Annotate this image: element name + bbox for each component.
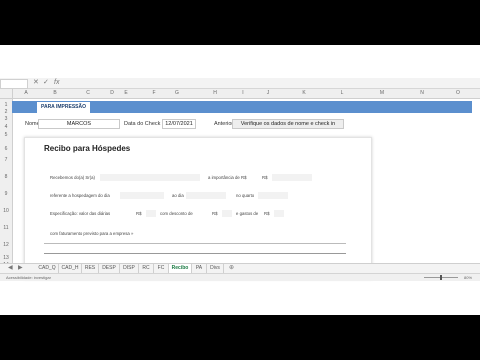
checkin-field[interactable]: 12/07/2021 bbox=[162, 119, 196, 129]
sheet-tab[interactable]: RES bbox=[82, 264, 99, 273]
sheet-tab[interactable]: Divs bbox=[207, 264, 224, 273]
select-all-corner[interactable] bbox=[0, 89, 13, 98]
sheet-tab-bar: ◀ ▶ CAD_Q CAD_H RES DESP DISP RC FC Reci… bbox=[0, 263, 480, 274]
status-bar: Acessibilidade: investigar 80% bbox=[0, 273, 480, 281]
column-header[interactable]: M bbox=[372, 89, 392, 98]
column-headers: A B C D E F G H I J K L M N O bbox=[0, 89, 480, 99]
row-header[interactable]: 13 bbox=[0, 255, 12, 261]
currency-label: R$ bbox=[212, 211, 218, 216]
receipt-card bbox=[24, 137, 372, 279]
checkin-label: Data do Check in bbox=[124, 121, 167, 127]
guest-name-field[interactable] bbox=[100, 174, 200, 181]
currency-label: R$ bbox=[264, 211, 270, 216]
row-header[interactable]: 6 bbox=[0, 146, 12, 152]
receipt-title: Recibo para Hóspedes bbox=[44, 144, 131, 153]
function-icon[interactable]: fx bbox=[54, 78, 59, 88]
row-header[interactable]: 5 bbox=[0, 132, 12, 138]
row-header[interactable]: 7 bbox=[0, 157, 12, 163]
add-sheet-icon[interactable]: ⊕ bbox=[229, 264, 234, 273]
sheet-tab[interactable]: DESP bbox=[99, 264, 120, 273]
end-date-field[interactable] bbox=[186, 192, 226, 199]
column-header[interactable]: B bbox=[40, 89, 70, 98]
column-header[interactable]: O bbox=[448, 89, 468, 98]
column-header[interactable]: I bbox=[236, 89, 250, 98]
row-header[interactable]: 3 bbox=[0, 116, 12, 122]
sheet-tab[interactable]: RC bbox=[139, 264, 154, 273]
name-box[interactable] bbox=[0, 79, 28, 89]
column-header[interactable]: H bbox=[204, 89, 226, 98]
column-header[interactable]: A bbox=[16, 89, 36, 98]
receipt-text: a importância de R$ bbox=[208, 175, 247, 180]
row-header[interactable]: 4 bbox=[0, 124, 12, 130]
row-headers: 1 2 3 4 5 6 7 8 9 10 11 12 13 14 15 bbox=[0, 99, 13, 277]
signature-line bbox=[44, 253, 346, 254]
sheet-tab[interactable]: FC bbox=[154, 264, 169, 273]
column-header[interactable]: N bbox=[412, 89, 432, 98]
column-header[interactable]: K bbox=[294, 89, 314, 98]
nome-field[interactable]: MARCOS bbox=[38, 119, 120, 129]
receipt-text: com desconto de bbox=[160, 211, 193, 216]
currency-label: R$ bbox=[262, 175, 268, 180]
divider bbox=[44, 243, 346, 244]
accessibility-status[interactable]: Acessibilidade: investigar bbox=[6, 274, 51, 281]
room-field[interactable] bbox=[258, 192, 288, 199]
row-header[interactable]: 8 bbox=[0, 174, 12, 180]
discount-field[interactable] bbox=[222, 210, 232, 217]
formula-bar: ✕ ✓ fx bbox=[0, 78, 480, 89]
row-header[interactable]: 10 bbox=[0, 208, 12, 214]
sheet-tab[interactable]: CAD_Q bbox=[36, 264, 59, 273]
amount-field[interactable] bbox=[272, 174, 312, 181]
verification-hint: Verifique os dados de nome e check in bbox=[232, 119, 344, 129]
daily-rate-field[interactable] bbox=[146, 210, 156, 217]
row-header[interactable]: 11 bbox=[0, 225, 12, 231]
row-header[interactable]: 2 bbox=[0, 109, 12, 115]
start-date-field[interactable] bbox=[120, 192, 164, 199]
sheet-tab[interactable]: PA bbox=[192, 264, 207, 273]
zoom-level[interactable]: 80% bbox=[464, 274, 472, 281]
row-header[interactable]: 1 bbox=[0, 102, 12, 108]
print-tag: PARA IMPRESSÃO bbox=[37, 102, 91, 113]
currency-label: R$ bbox=[136, 211, 142, 216]
expenses-field[interactable] bbox=[274, 210, 284, 217]
column-header[interactable]: L bbox=[332, 89, 352, 98]
receipt-text: Recebemos do(a) Sr(a) bbox=[50, 175, 95, 180]
column-header[interactable]: F bbox=[140, 89, 168, 98]
column-header[interactable]: G bbox=[166, 89, 188, 98]
cancel-icon[interactable]: ✕ bbox=[33, 78, 39, 88]
scroll-right-icon[interactable]: ▶ bbox=[18, 264, 23, 273]
column-header[interactable]: E bbox=[112, 89, 140, 98]
row-header[interactable]: 9 bbox=[0, 191, 12, 197]
receipt-text: ao dia bbox=[172, 193, 184, 198]
column-header[interactable]: J bbox=[258, 89, 278, 98]
sheet-tab[interactable]: CAD_H bbox=[59, 264, 82, 273]
receipt-text: referente a hospedagem do dia bbox=[50, 193, 110, 198]
spreadsheet-window: ✕ ✓ fx A B C D E F G H I J K L M N O 1 2… bbox=[0, 45, 480, 315]
receipt-text: Especificação: valor das diárias bbox=[50, 211, 111, 216]
receipt-text: com faturamento previsto para a empresa … bbox=[50, 231, 134, 236]
scroll-left-icon[interactable]: ◀ bbox=[8, 264, 13, 273]
row-header[interactable]: 12 bbox=[0, 242, 12, 248]
receipt-text: no quarto bbox=[236, 193, 255, 198]
zoom-slider-thumb[interactable] bbox=[440, 275, 442, 280]
enter-icon[interactable]: ✓ bbox=[43, 78, 49, 88]
sheet-tab[interactable]: DISP bbox=[120, 264, 139, 273]
column-header[interactable]: C bbox=[74, 89, 102, 98]
receipt-text: e gastos de bbox=[236, 211, 259, 216]
anterior-label: Anterior bbox=[214, 121, 234, 127]
